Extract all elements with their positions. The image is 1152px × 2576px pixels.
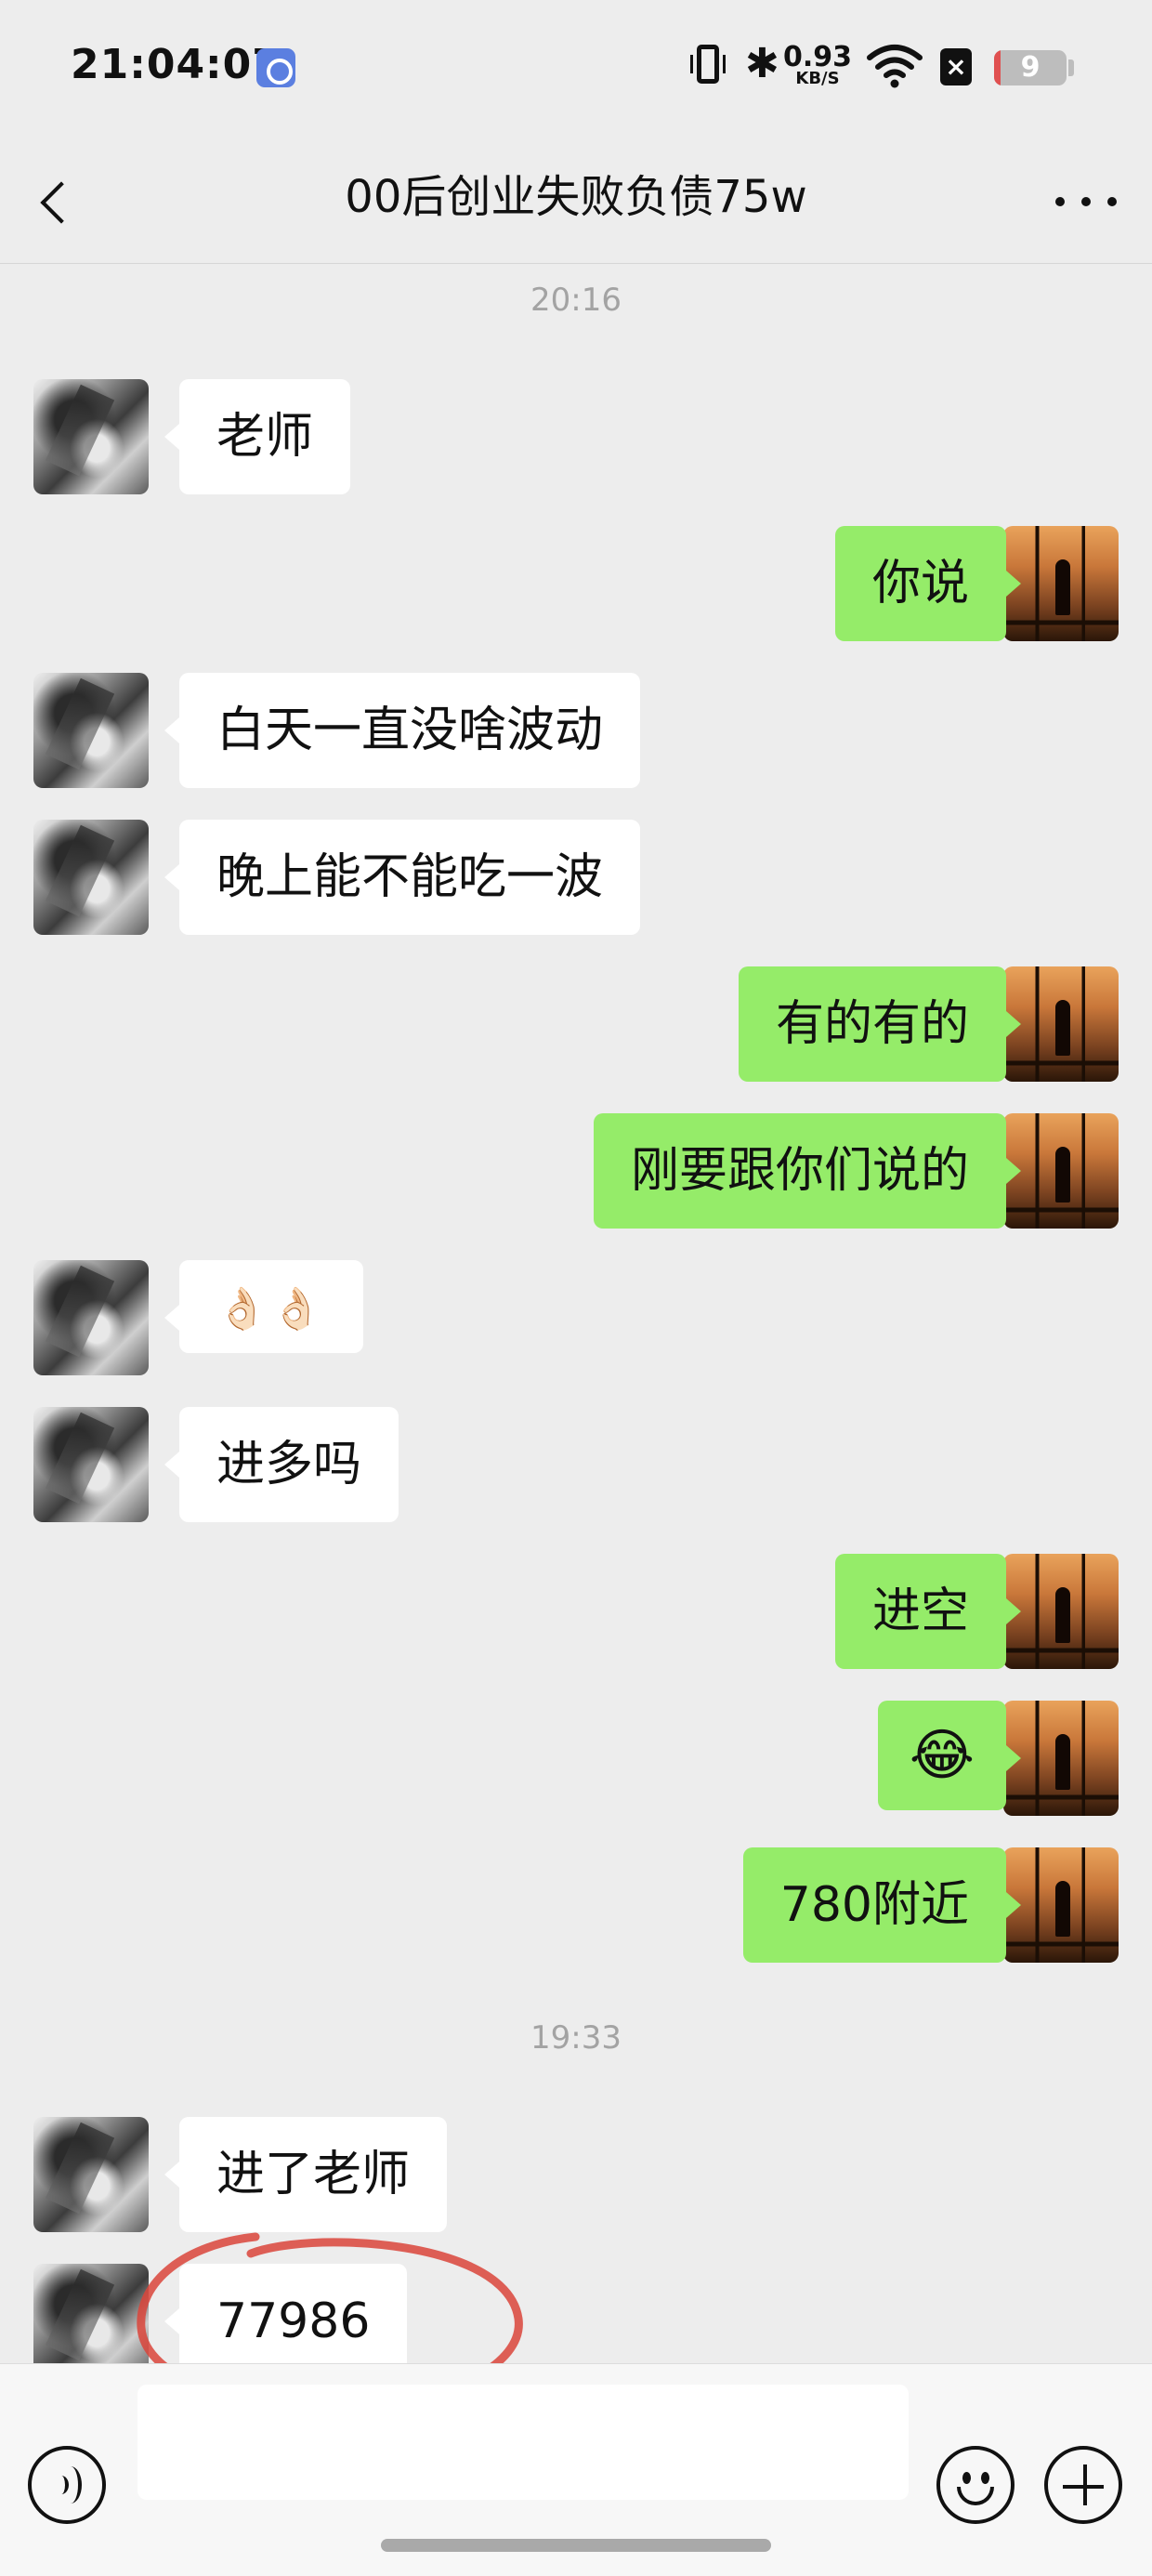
network-speed: 0.93 KB/S [780, 41, 855, 87]
message-bubble[interactable]: 😂 [877, 1701, 1022, 1810]
plus-button[interactable] [1044, 2446, 1122, 2524]
message-bubble[interactable]: 晚上能不能吃一波 [164, 820, 641, 935]
voice-button[interactable] [28, 2446, 106, 2524]
message-row: 进了老师 [0, 2117, 1152, 2232]
message-bubble[interactable]: 白天一直没啥波动 [164, 673, 641, 788]
timestamp: 20:16 [530, 282, 622, 319]
emoji-icon [981, 2472, 989, 2484]
bluetooth-icon: ✱ [745, 40, 779, 87]
more-dots-icon [1107, 197, 1117, 206]
more-dots-icon [1081, 197, 1091, 206]
message-bubble[interactable]: 👌🏻👌🏻 [164, 1260, 363, 1353]
contact-avatar[interactable] [33, 820, 149, 935]
message-row: 👌🏻👌🏻 [0, 1260, 1152, 1375]
more-button[interactable] [1050, 177, 1124, 223]
contact-avatar[interactable] [33, 2264, 149, 2363]
message-bubble[interactable]: 刚要跟你们说的 [593, 1113, 1022, 1229]
message-row: 77986 [0, 2264, 1152, 2363]
message-bubble[interactable]: 有的有的 [738, 966, 1022, 1082]
wifi-icon [867, 45, 923, 88]
vibrate-icon [690, 45, 726, 84]
message-list[interactable]: 20:16 老师 你说 白天一直没啥波动 晚上能不能吃一波 有的有的 刚要跟你们… [0, 265, 1152, 2363]
message-bubble[interactable]: 77986 [164, 2264, 408, 2363]
message-bubble[interactable]: 进空 [834, 1554, 1022, 1669]
battery-tip [1068, 59, 1074, 76]
message-bubble[interactable]: 进了老师 [164, 2117, 448, 2232]
message-row: 刚要跟你们说的 [0, 1113, 1152, 1229]
message-bubble[interactable]: 老师 [164, 379, 351, 494]
emoji-icon [957, 2487, 994, 2505]
contact-avatar[interactable] [33, 1407, 149, 1522]
app-notification-icon [256, 48, 295, 87]
battery-icon: 9 [994, 50, 1067, 85]
contact-avatar[interactable] [33, 379, 149, 494]
emoji-button[interactable] [936, 2446, 1015, 2524]
message-row: 进空 [0, 1554, 1152, 1669]
input-bar [0, 2363, 1152, 2576]
contact-avatar[interactable] [33, 2117, 149, 2232]
ok-hand-emoji: 👌🏻👌🏻 [216, 1285, 326, 1333]
message-row: 😂 [0, 1701, 1152, 1816]
network-speed-value: 0.93 [782, 41, 853, 73]
more-dots-icon [1055, 197, 1065, 206]
message-row: 老师 [0, 379, 1152, 494]
contact-avatar[interactable] [33, 673, 149, 788]
message-row: 白天一直没啥波动 [0, 673, 1152, 788]
battery-level: 9 [1020, 51, 1041, 84]
chat-title: 00后创业失败负债75w [345, 171, 807, 223]
home-indicator[interactable] [381, 2539, 771, 2552]
chat-header: 00后创业失败负债75w [0, 139, 1152, 264]
emoji-icon [962, 2472, 971, 2484]
timestamp: 19:33 [530, 2019, 622, 2057]
message-row: 你说 [0, 526, 1152, 641]
no-sim-icon: × [940, 48, 972, 85]
status-time: 21:04:07 [71, 41, 281, 88]
status-bar: 21:04:07 ✱ 0.93 KB/S × 9 [0, 0, 1152, 139]
message-input[interactable] [137, 2385, 909, 2500]
message-bubble[interactable]: 你说 [834, 526, 1022, 641]
message-row: 有的有的 [0, 966, 1152, 1082]
message-bubble[interactable]: 进多吗 [164, 1407, 399, 1522]
message-bubble[interactable]: 780附近 [742, 1847, 1022, 1963]
tears-of-joy-emoji: 😂 [909, 1723, 975, 1788]
contact-avatar[interactable] [33, 1260, 149, 1375]
message-row: 进多吗 [0, 1407, 1152, 1522]
message-row: 780附近 [0, 1847, 1152, 1963]
message-row: 晚上能不能吃一波 [0, 820, 1152, 935]
